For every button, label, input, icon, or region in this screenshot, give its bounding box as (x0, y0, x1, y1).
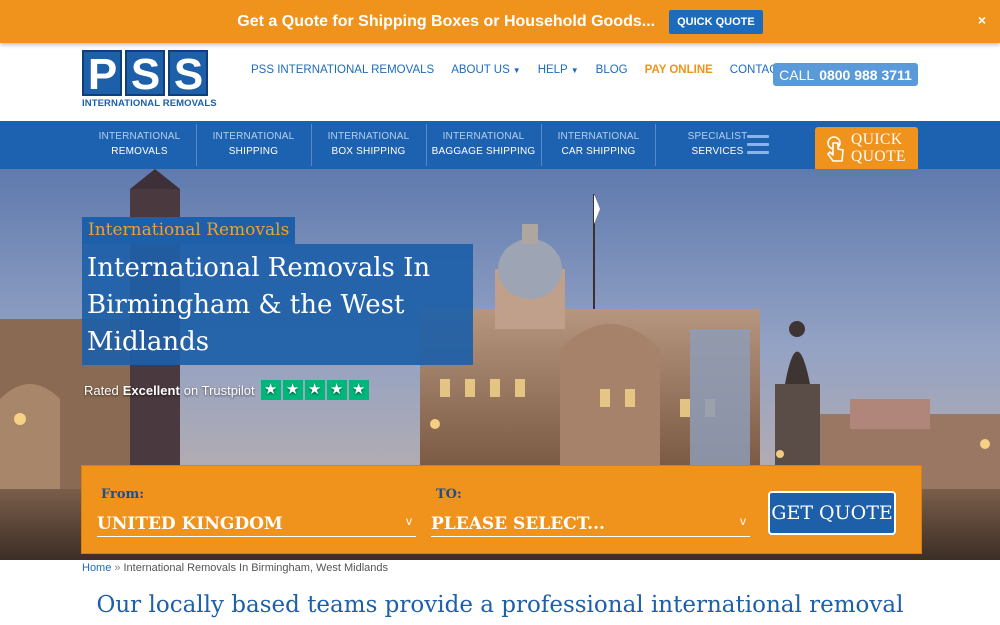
topnav-about-us[interactable]: ABOUT US ▼ (451, 64, 521, 76)
rating-word: Excellent (122, 382, 180, 398)
nav-line1: INTERNATIONAL (212, 131, 295, 142)
nav-line1: INTERNATIONAL (98, 131, 181, 142)
get-quote-button[interactable]: GET QUOTE (768, 491, 896, 535)
quick-quote-button[interactable]: QUICK QUOTE (815, 127, 918, 169)
from-label: From: (101, 487, 145, 502)
topnav-help[interactable]: HELP ▼ (538, 64, 579, 76)
close-icon[interactable]: × (978, 12, 986, 28)
logo-letter: P (82, 50, 122, 98)
to-country-select[interactable]: PLEASE SELECT... v (431, 510, 750, 537)
nav-line2: SHIPPING (228, 146, 279, 157)
promo-quick-quote-button[interactable]: QUICK QUOTE (669, 9, 763, 34)
nav-international-box-shipping[interactable]: INTERNATIONAL BOX SHIPPING (311, 124, 426, 166)
breadcrumb-home[interactable]: Home (82, 562, 111, 574)
quick-quote-line2: QUOTE (851, 148, 907, 165)
call-prefix: CALL (779, 66, 815, 83)
chevron-down-icon: v (406, 514, 412, 528)
hamburger-menu-icon[interactable] (747, 135, 769, 155)
call-button[interactable]: CALL 0800 988 3711 (773, 63, 918, 86)
promo-banner: Get a Quote for Shipping Boxes or Househ… (0, 0, 1000, 43)
topnav-blog[interactable]: BLOG (596, 64, 628, 76)
topnav-label: ABOUT US (451, 64, 510, 76)
nav-line2: BOX SHIPPING (331, 146, 406, 157)
logo-subtitle: INTERNATIONAL REMOVALS (82, 98, 217, 109)
topnav-pss-international-removals[interactable]: PSS INTERNATIONAL REMOVALS (251, 64, 434, 76)
to-label: TO: (436, 487, 462, 502)
nav-line1: INTERNATIONAL (327, 131, 410, 142)
nav-line1: INTERNATIONAL (557, 131, 640, 142)
star-icon: ★ (260, 380, 281, 400)
nav-international-shipping[interactable]: INTERNATIONAL SHIPPING (196, 124, 311, 166)
rating-suffix: on Trustpilot (183, 382, 255, 398)
breadcrumb-current: International Removals In Birmingham, We… (123, 562, 388, 574)
top-navigation: PSS INTERNATIONAL REMOVALS ABOUT US ▼ HEL… (251, 64, 804, 76)
nav-line2: REMOVALS (111, 146, 168, 157)
from-country-select[interactable]: UNITED KINGDOM v (97, 510, 416, 537)
to-country-value: PLEASE SELECT... (431, 514, 605, 534)
breadcrumb-separator: » (114, 562, 121, 574)
trustpilot-stars: ★ ★ ★ ★ ★ (260, 380, 369, 400)
caret-down-icon: ▼ (570, 66, 579, 75)
nav-international-removals[interactable]: INTERNATIONAL REMOVALS (82, 124, 197, 166)
quick-quote-line1: QUICK (851, 131, 903, 148)
caret-down-icon: ▼ (512, 66, 521, 75)
star-icon: ★ (304, 380, 325, 400)
topnav-pay-online[interactable]: PAY ONLINE (645, 64, 713, 76)
chevron-down-icon: v (740, 514, 746, 528)
phone-number: 0800 988 3711 (819, 66, 912, 83)
pss-logo[interactable]: P S S INTERNATIONAL REMOVALS (82, 50, 217, 114)
quote-form: From: UNITED KINGDOM v TO: PLEASE SELECT… (81, 465, 922, 554)
nav-international-baggage-shipping[interactable]: INTERNATIONAL BAGGAGE SHIPPING (426, 124, 541, 166)
breadcrumb: Home» International Removals In Birmingha… (82, 562, 388, 574)
from-country-value: UNITED KINGDOM (97, 514, 283, 534)
nav-divider (655, 124, 656, 166)
nav-line2: BAGGAGE SHIPPING (431, 146, 536, 157)
promo-text: Get a Quote for Shipping Boxes or Househ… (237, 12, 656, 30)
intro-heading: Our locally based teams provide a profes… (96, 592, 904, 618)
trustpilot-rating[interactable]: Rated Excellent on Trustpilot ★ ★ ★ ★ ★ (84, 380, 369, 400)
nav-international-car-shipping[interactable]: INTERNATIONAL CAR SHIPPING (541, 124, 656, 166)
star-icon: ★ (348, 380, 369, 400)
star-icon: ★ (282, 380, 303, 400)
quick-quote-label: QUICK QUOTE (851, 131, 906, 165)
star-icon: ★ (326, 380, 347, 400)
page-title: International Removals In Birmingham & t… (87, 253, 431, 357)
nav-line2: CAR SHIPPING (561, 146, 636, 157)
nav-line1: INTERNATIONAL (442, 131, 525, 142)
hero-kicker: International Removals (82, 217, 296, 244)
topnav-label: HELP (537, 64, 568, 76)
site-header: P S S INTERNATIONAL REMOVALS PSS INTERNA… (0, 43, 1000, 121)
logo-letter: S (125, 50, 165, 98)
rating-prefix: Rated (84, 382, 119, 398)
hand-pointer-icon (827, 136, 844, 162)
logo-letter: S (168, 50, 208, 98)
headline-box: International Removals In Birmingham & t… (82, 244, 473, 365)
